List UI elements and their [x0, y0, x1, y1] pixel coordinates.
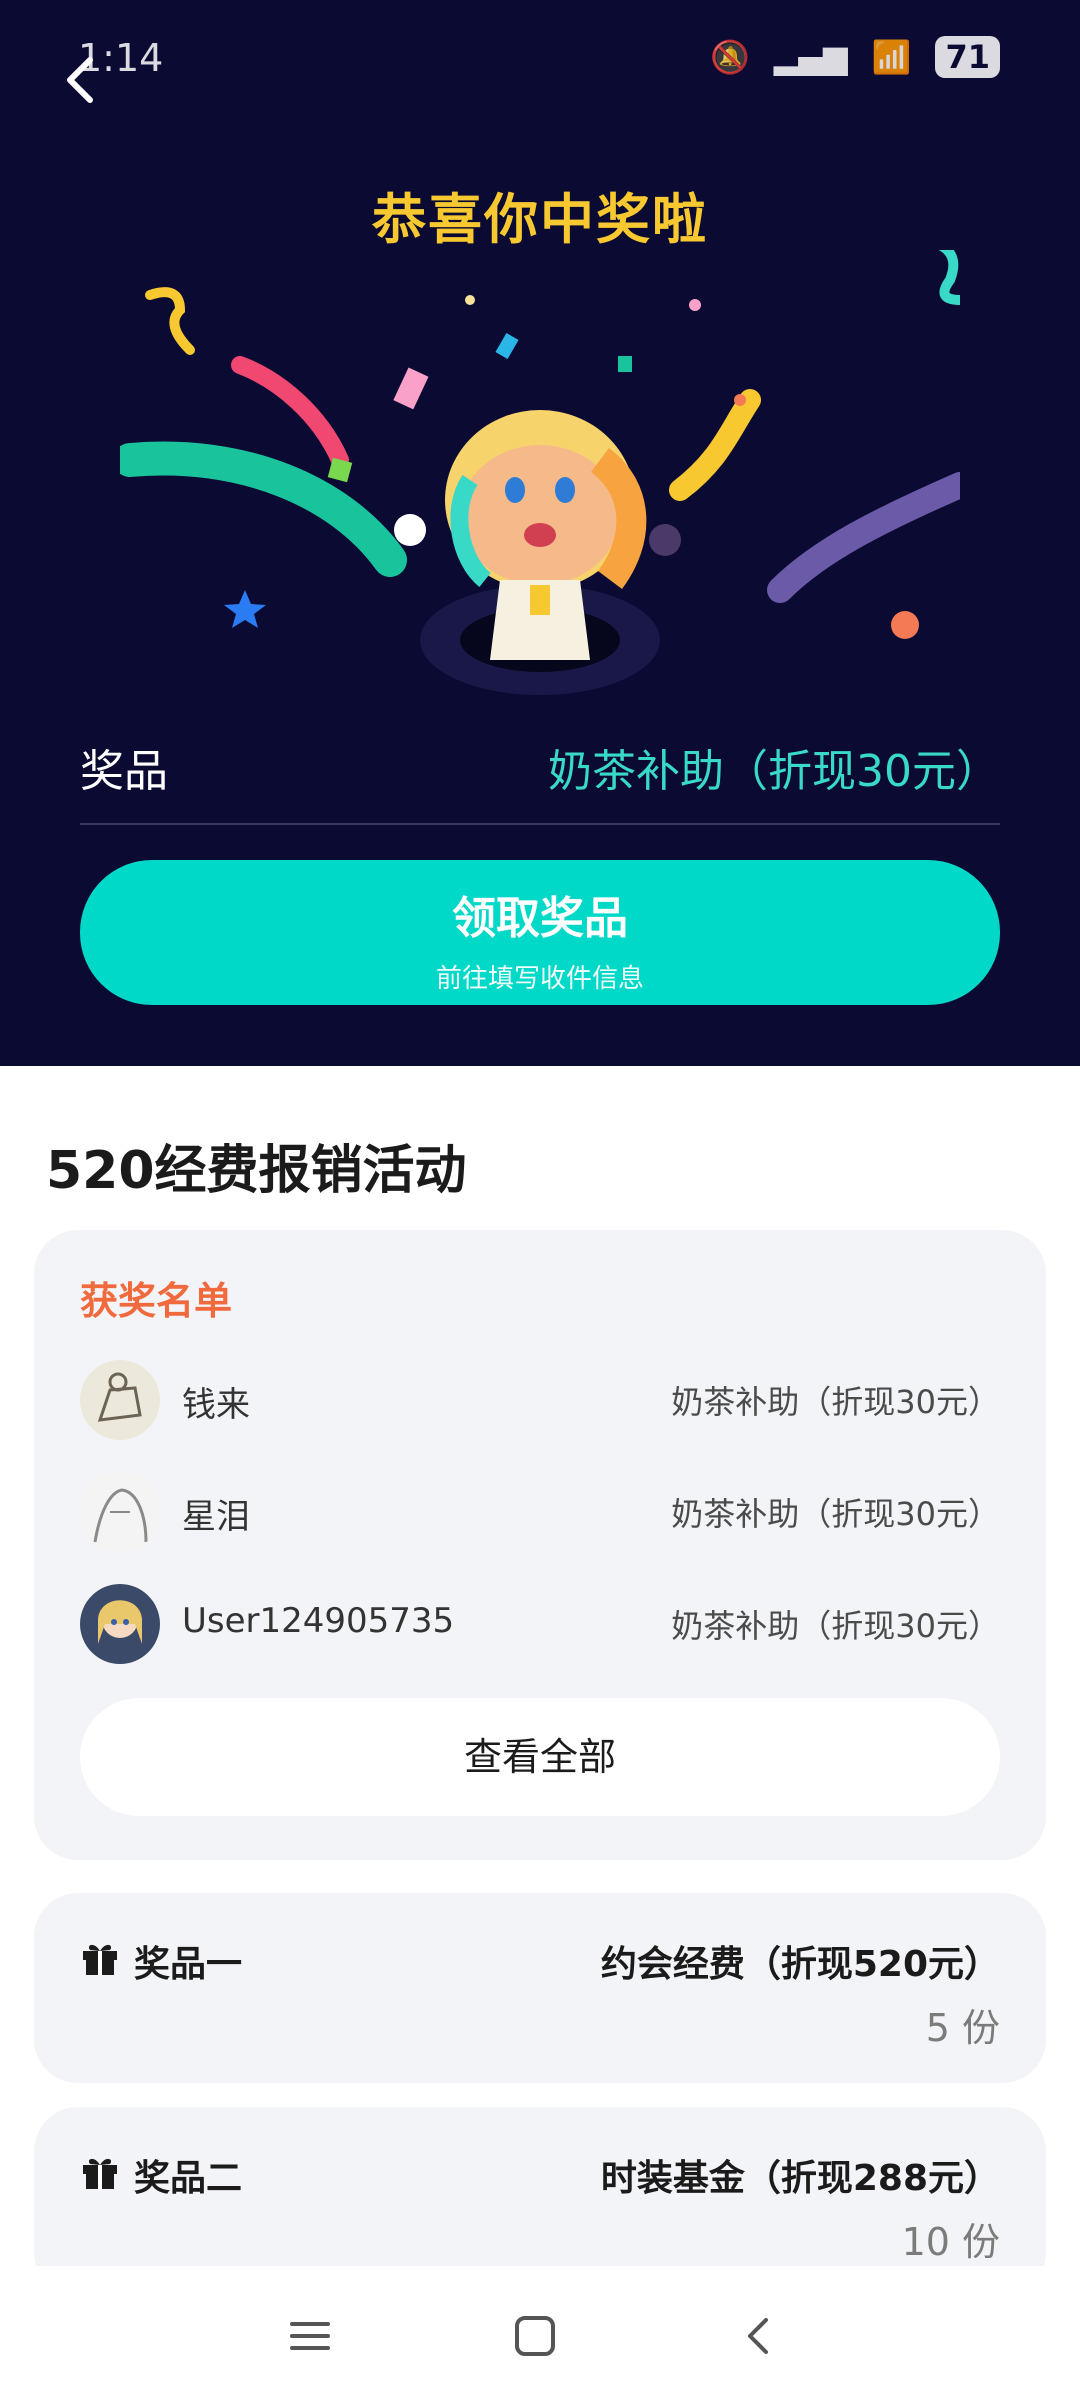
prize-card-count: 5 份 — [925, 2006, 1000, 2050]
hero-banner: 1:14 🔕 ▂▄▆ 📶 71 恭喜你中奖啦 奖品 奶茶补助（折现30元） 领取… — [0, 0, 1080, 1066]
winner-row: User124905735 奶茶补助（折现30元） — [80, 1584, 1000, 1664]
claim-prize-button[interactable]: 领取奖品 前往填写收件信息 — [80, 860, 1000, 1005]
winner-name: User124905735 — [182, 1601, 455, 1641]
avatar — [80, 1584, 160, 1664]
battery-icon: 71 — [935, 36, 1000, 78]
avatar — [80, 1360, 160, 1440]
claim-prize-label: 领取奖品 — [452, 893, 628, 944]
chevron-left-icon — [67, 57, 93, 103]
system-navigation-bar — [0, 2266, 1080, 2400]
winner-row: 星泪 奶茶补助（折现30元） — [80, 1472, 1000, 1552]
prize-card-name: 时装基金（折现288元） — [600, 2158, 1000, 2199]
avatar — [80, 1472, 160, 1552]
prize-label: 奖品 — [80, 746, 168, 797]
back-nav-icon[interactable] — [730, 2306, 790, 2366]
wifi-icon: 📶 — [871, 38, 912, 76]
prize-value: 奶茶补助（折现30元） — [548, 746, 1000, 797]
winner-row: 钱来 奶茶补助（折现30元） — [80, 1360, 1000, 1440]
mute-icon: 🔕 — [709, 38, 750, 76]
signal-icon: ▂▄▆ — [773, 38, 848, 76]
gift-icon — [83, 2158, 117, 2189]
view-all-button[interactable]: 查看全部 — [80, 1698, 1000, 1816]
winner-name: 钱来 — [182, 1385, 250, 1425]
gift-icon — [83, 1944, 117, 1975]
activity-title: 520经费报销活动 — [46, 1141, 467, 1201]
back-button[interactable] — [52, 50, 112, 110]
prize-card-title: 奖品一 — [134, 1944, 243, 1985]
divider — [80, 823, 1000, 825]
celebration-illustration — [113, 240, 973, 720]
winner-name: 星泪 — [182, 1497, 250, 1537]
winners-card: 获奖名单 钱来 奶茶补助（折现30元） 星泪 奶茶补助（折现30元） User1… — [34, 1230, 1046, 1860]
home-icon[interactable] — [505, 2306, 565, 2366]
winner-prize: 奶茶补助（折现30元） — [671, 1607, 1000, 1645]
winners-title: 获奖名单 — [80, 1279, 233, 1323]
prize-card-count: 10 份 — [901, 2220, 1000, 2264]
prize-card: 奖品一 约会经费（折现520元） 5 份 — [34, 1893, 1046, 2083]
status-bar: 1:14 🔕 ▂▄▆ 📶 71 — [0, 30, 1080, 90]
congrats-title: 恭喜你中奖啦 — [372, 188, 708, 251]
status-icons: 🔕 ▂▄▆ 📶 71 — [710, 36, 1000, 78]
claim-prize-sublabel: 前往填写收件信息 — [435, 964, 644, 994]
prize-card-title: 奖品二 — [134, 2158, 243, 2199]
winner-prize: 奶茶补助（折现30元） — [671, 1495, 1000, 1533]
prize-row: 奖品 奶茶补助（折现30元） — [80, 735, 1000, 797]
prize-card-name: 约会经费（折现520元） — [600, 1944, 1000, 1985]
winner-prize: 奶茶补助（折现30元） — [671, 1383, 1000, 1421]
menu-icon[interactable] — [280, 2306, 340, 2366]
